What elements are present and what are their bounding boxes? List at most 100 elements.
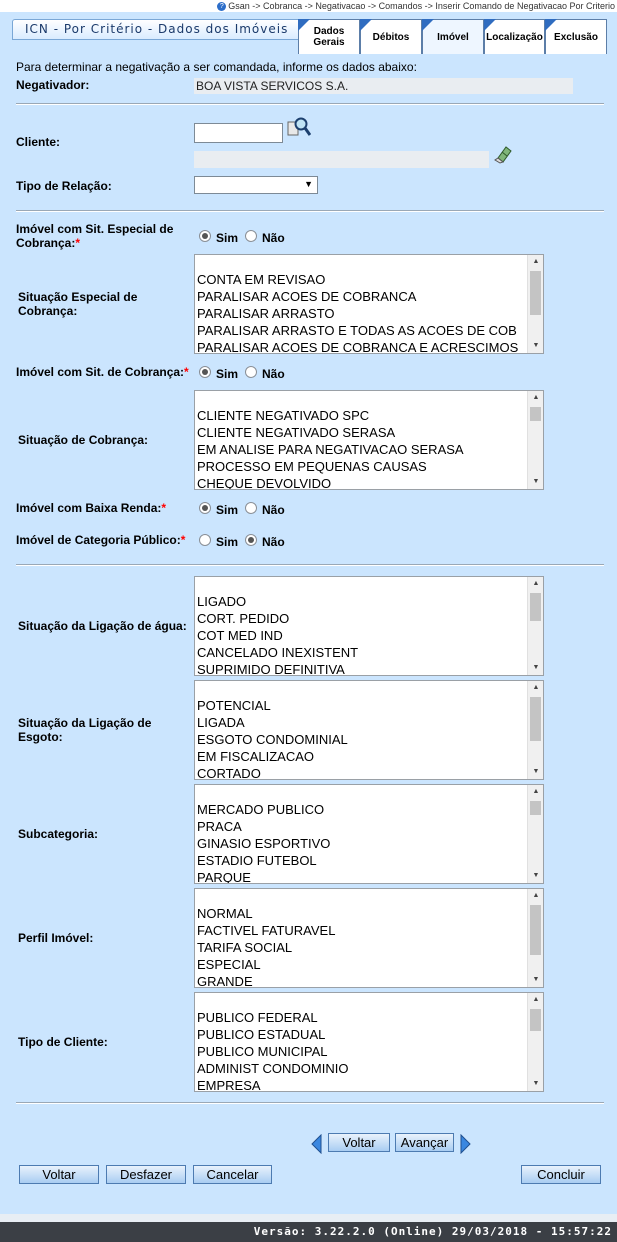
- list-item[interactable]: EM ANALISE PARA NEGATIVACAO SERASA: [197, 441, 525, 458]
- concluir-button[interactable]: Concluir: [521, 1165, 601, 1184]
- help-icon[interactable]: ?: [217, 2, 227, 12]
- list-item[interactable]: ESGOTO CONDOMINIAL: [197, 731, 525, 748]
- list-item[interactable]: EMPRESA: [197, 1077, 525, 1091]
- list-item[interactable]: TARIFA SOCIAL: [197, 939, 525, 956]
- list-item[interactable]: MERCADO PUBLICO: [197, 801, 525, 818]
- list-item[interactable]: CHEQUE DEVOLVIDO: [197, 475, 525, 489]
- scroll-down-icon[interactable]: ▼: [528, 1077, 543, 1091]
- list-item[interactable]: GRANDE: [197, 973, 525, 987]
- scroll-down-icon[interactable]: ▼: [528, 973, 543, 987]
- subcategoria-listbox[interactable]: MERCADO PUBLICO PRACA GINASIO ESPORTIVO …: [194, 784, 544, 884]
- sit-cobranca-sim-radio[interactable]: [199, 366, 211, 378]
- list-item[interactable]: PARALISAR ACOES DE COBRANCA E ACRESCIMOS: [197, 339, 525, 353]
- tab-localizacao[interactable]: Localização: [484, 19, 545, 54]
- list-item[interactable]: PARQUE: [197, 869, 525, 883]
- scroll-up-icon[interactable]: ▲: [528, 681, 543, 695]
- sit-especial-nao-radio[interactable]: [245, 230, 257, 242]
- arrow-right-icon[interactable]: [460, 1134, 471, 1154]
- list-item[interactable]: ESTADIO FUTEBOL: [197, 852, 525, 869]
- scroll-thumb[interactable]: [530, 905, 541, 955]
- list-item[interactable]: SUPRIMIDO DEFINITIVA: [197, 661, 525, 675]
- tab-dados-gerais[interactable]: Dados Gerais: [298, 19, 360, 54]
- cliente-code-input[interactable]: [194, 123, 283, 143]
- list-item[interactable]: PRACA: [197, 818, 525, 835]
- list-item[interactable]: POTENCIAL: [197, 697, 525, 714]
- list-item[interactable]: PROCESSO EM PEQUENAS CAUSAS: [197, 458, 525, 475]
- scroll-up-icon[interactable]: ▲: [528, 889, 543, 903]
- list-item[interactable]: EM FISCALIZACAO: [197, 748, 525, 765]
- nav-voltar-button[interactable]: Voltar: [328, 1133, 390, 1152]
- scroll-up-icon[interactable]: ▲: [528, 391, 543, 405]
- list-item[interactable]: GINASIO ESPORTIVO: [197, 835, 525, 852]
- scroll-down-icon[interactable]: ▼: [528, 339, 543, 353]
- scroll-down-icon[interactable]: ▼: [528, 869, 543, 883]
- list-item[interactable]: PARALISAR ARRASTO: [197, 305, 525, 322]
- scrollbar[interactable]: ▲ ▼: [527, 255, 543, 353]
- tab-exclusao[interactable]: Exclusão: [545, 19, 607, 54]
- scrollbar[interactable]: ▲ ▼: [527, 993, 543, 1091]
- desfazer-button[interactable]: Desfazer: [106, 1165, 186, 1184]
- scroll-up-icon[interactable]: ▲: [528, 255, 543, 269]
- tipo-cliente-listbox[interactable]: PUBLICO FEDERAL PUBLICO ESTADUAL PUBLICO…: [194, 992, 544, 1092]
- nav-avancar-button[interactable]: Avançar: [395, 1133, 454, 1152]
- list-item[interactable]: CORT. PEDIDO: [197, 610, 525, 627]
- tipo-relacao-select[interactable]: ▼: [194, 176, 318, 194]
- list-item[interactable]: PARALISAR ARRASTO E TODAS AS ACOES DE CO…: [197, 322, 525, 339]
- scrollbar[interactable]: ▲ ▼: [527, 889, 543, 987]
- perfil-imovel-listbox[interactable]: NORMAL FACTIVEL FATURAVEL TARIFA SOCIAL …: [194, 888, 544, 988]
- eraser-icon[interactable]: [494, 144, 512, 164]
- list-item[interactable]: CONTA EM REVISAO: [197, 271, 525, 288]
- scroll-up-icon[interactable]: ▲: [528, 785, 543, 799]
- scroll-thumb[interactable]: [530, 801, 541, 815]
- list-item[interactable]: CORTADO: [197, 765, 525, 779]
- list-item[interactable]: LIGADA: [197, 714, 525, 731]
- search-icon[interactable]: [287, 116, 311, 138]
- list-item[interactable]: ADMINIST CONDOMINIO: [197, 1060, 525, 1077]
- tab-imovel[interactable]: Imóvel: [422, 19, 484, 54]
- list-item[interactable]: CLIENTE NEGATIVADO SPC: [197, 407, 525, 424]
- list-item[interactable]: CANCELADO INEXISTENT: [197, 644, 525, 661]
- list-item[interactable]: PARALISAR ACOES DE COBRANCA: [197, 288, 525, 305]
- situacao-cobranca-label: Situação de Cobrança:: [18, 433, 149, 447]
- list-item[interactable]: PUBLICO MUNICIPAL: [197, 1043, 525, 1060]
- sit-especial-sim-radio[interactable]: [199, 230, 211, 242]
- list-item[interactable]: COT MED IND: [197, 627, 525, 644]
- scroll-up-icon[interactable]: ▲: [528, 577, 543, 591]
- categoria-publico-sim-radio[interactable]: [199, 534, 211, 546]
- scroll-thumb[interactable]: [530, 1009, 541, 1031]
- scroll-thumb[interactable]: [530, 593, 541, 621]
- scroll-down-icon[interactable]: ▼: [528, 765, 543, 779]
- scroll-down-icon[interactable]: ▼: [528, 661, 543, 675]
- voltar-button[interactable]: Voltar: [19, 1165, 99, 1184]
- tipo-cliente-label: Tipo de Cliente:: [18, 1035, 108, 1049]
- ligacao-esgoto-listbox[interactable]: POTENCIAL LIGADA ESGOTO CONDOMINIAL EM F…: [194, 680, 544, 780]
- arrow-left-icon[interactable]: [311, 1134, 322, 1154]
- scroll-thumb[interactable]: [530, 271, 541, 315]
- subcategoria-label: Subcategoria:: [18, 827, 99, 841]
- list-item[interactable]: FACTIVEL FATURAVEL: [197, 922, 525, 939]
- ligacao-agua-listbox[interactable]: LIGADO CORT. PEDIDO COT MED IND CANCELAD…: [194, 576, 544, 676]
- categoria-publico-nao-radio[interactable]: [245, 534, 257, 546]
- scrollbar[interactable]: ▲ ▼: [527, 681, 543, 779]
- scrollbar[interactable]: ▲ ▼: [527, 391, 543, 489]
- scrollbar[interactable]: ▲ ▼: [527, 785, 543, 883]
- list-item[interactable]: ESPECIAL: [197, 956, 525, 973]
- cancelar-button[interactable]: Cancelar: [193, 1165, 272, 1184]
- list-item[interactable]: PUBLICO FEDERAL: [197, 1009, 525, 1026]
- situacao-especial-listbox[interactable]: CONTA EM REVISAO PARALISAR ACOES DE COBR…: [194, 254, 544, 354]
- situacao-cobranca-listbox[interactable]: CLIENTE NEGATIVADO SPC CLIENTE NEGATIVAD…: [194, 390, 544, 490]
- sit-cobranca-nao-radio[interactable]: [245, 366, 257, 378]
- baixa-renda-sim-radio[interactable]: [199, 502, 211, 514]
- list-item[interactable]: NORMAL: [197, 905, 525, 922]
- scroll-down-icon[interactable]: ▼: [528, 475, 543, 489]
- baixa-renda-nao-radio[interactable]: [245, 502, 257, 514]
- list-item[interactable]: LIGADO: [197, 593, 525, 610]
- scroll-up-icon[interactable]: ▲: [528, 993, 543, 1007]
- tab-debitos[interactable]: Débitos: [360, 19, 422, 54]
- scroll-thumb[interactable]: [530, 407, 541, 421]
- divider: [16, 210, 604, 212]
- list-item[interactable]: PUBLICO ESTADUAL: [197, 1026, 525, 1043]
- list-item[interactable]: CLIENTE NEGATIVADO SERASA: [197, 424, 525, 441]
- scrollbar[interactable]: ▲ ▼: [527, 577, 543, 675]
- scroll-thumb[interactable]: [530, 697, 541, 741]
